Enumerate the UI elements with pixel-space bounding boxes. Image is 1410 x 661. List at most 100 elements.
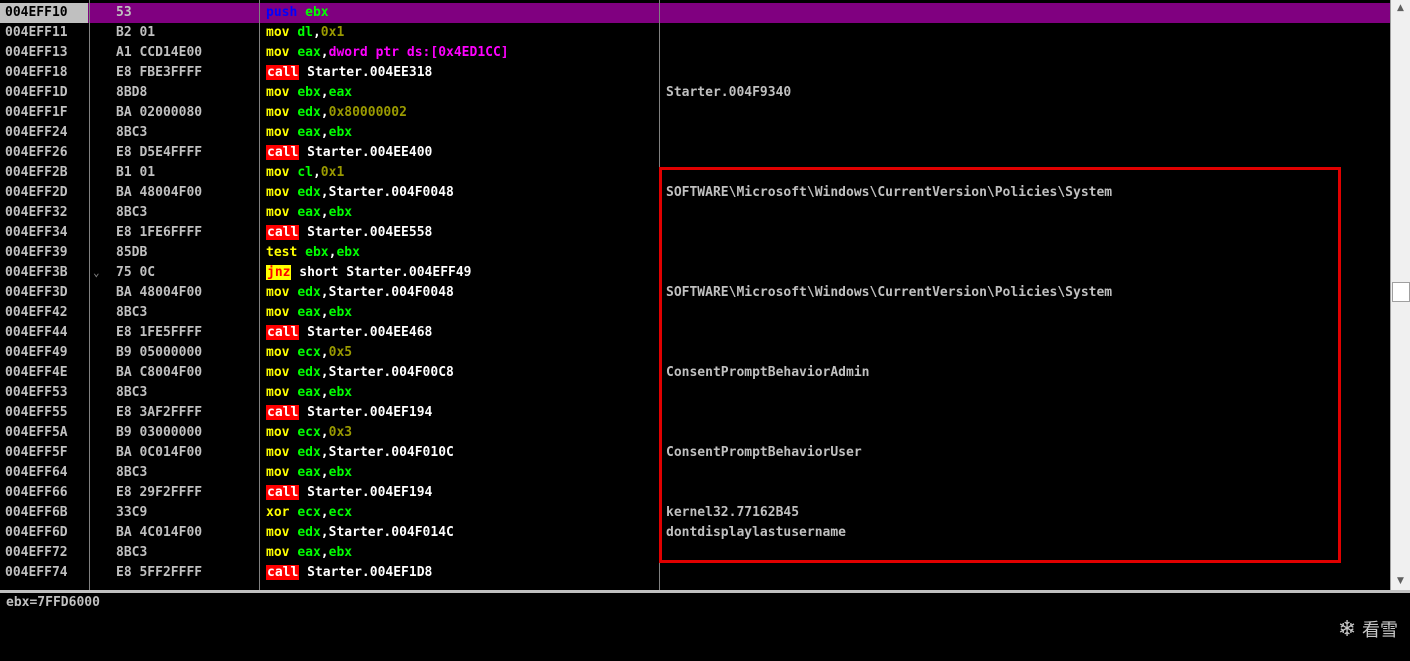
operand-token: ebx <box>305 245 329 260</box>
operand-token: , <box>320 125 329 140</box>
mnemonic-token: call <box>266 145 300 160</box>
disassembly-cell: mov edx,Starter.004F010C <box>266 443 454 463</box>
hex-bytes-cell: 33C9 <box>116 505 148 520</box>
address-cell: 004EFF26 <box>5 145 68 160</box>
address-cell: 004EFF3B <box>5 265 68 280</box>
address-cell: 004EFF44 <box>5 325 68 340</box>
info-text: ebx=7FFD6000 <box>6 595 100 610</box>
address-cell: 004EFF6B <box>5 505 68 520</box>
address-cell: 004EFF1D <box>5 85 68 100</box>
hex-bytes-cell: BA 48004F00 <box>116 185 203 200</box>
address-cell: 004EFF39 <box>5 245 68 260</box>
operand-token: Starter.004EF1D8 <box>299 565 433 580</box>
instruction-row[interactable]: 004EFF26 E8 D5E4FFFF call Starter.004EE400 <box>0 143 1390 163</box>
instruction-row[interactable]: 004EFF11 B2 01 mov dl,0x1 <box>0 23 1390 43</box>
instruction-row[interactable]: 004EFF24 8BC3 mov eax,ebx <box>0 123 1390 143</box>
hex-bytes-cell: 75 0C <box>116 265 156 280</box>
operand-token: ecx <box>297 345 321 360</box>
operand-token: eax <box>297 125 321 140</box>
address-cell: 004EFF6D <box>5 525 68 540</box>
disassembly-cell: call Starter.004EF194 <box>266 403 432 423</box>
operand-token: edx <box>297 525 321 540</box>
operand-token: ebx <box>328 125 353 140</box>
operand-token: eax <box>297 45 321 60</box>
mnemonic-token: mov <box>266 85 290 100</box>
operand-token: , <box>320 385 329 400</box>
operand-token: ,Starter.004F014C <box>320 525 454 540</box>
operand-token: ,Starter.004F010C <box>320 445 454 460</box>
scroll-down-icon[interactable]: ▼ <box>1391 573 1410 590</box>
operand-token: , <box>320 425 329 440</box>
mnemonic-token: mov <box>266 285 290 300</box>
address-cell: 004EFF11 <box>5 25 68 40</box>
operand-token: ,Starter.004F0048 <box>320 285 454 300</box>
address-cell: 004EFF4E <box>5 365 68 380</box>
disassembly-pane[interactable]: 004EFF10 53 push ebx 004EFF11 B2 01 mov dl,0x… <box>0 0 1390 590</box>
operand-token: 0x3 <box>328 425 353 440</box>
operand-token: , <box>320 305 329 320</box>
instruction-row[interactable]: 004EFF74 E8 5FF2FFFF call Starter.004EF1D8 <box>0 563 1390 583</box>
operand-token: eax <box>297 305 321 320</box>
address-cell: 004EFF18 <box>5 65 68 80</box>
mnemonic-token: test <box>266 245 298 260</box>
operand-token: 0x1 <box>320 25 345 40</box>
instruction-row[interactable]: 004EFF1D 8BD8 mov ebx,eax Starter.004F9340 <box>0 83 1390 103</box>
mnemonic-token: jnz <box>266 265 292 280</box>
disassembly-cell: mov edx,Starter.004F0048 <box>266 183 454 203</box>
instruction-row[interactable]: 004EFF18 E8 FBE3FFFF call Starter.004EE318 <box>0 63 1390 83</box>
hex-bytes-cell: 8BC3 <box>116 385 148 400</box>
hex-bytes-cell: BA C8004F00 <box>116 365 203 380</box>
operand-token: 0x5 <box>328 345 353 360</box>
column-separator-hex[interactable] <box>259 0 260 590</box>
operand-token: , <box>320 465 329 480</box>
scroll-thumb[interactable] <box>1392 282 1410 302</box>
column-separator-address[interactable] <box>89 0 90 590</box>
operand-token: Starter.004EF194 <box>299 405 433 420</box>
mnemonic-token: mov <box>266 185 290 200</box>
instruction-row[interactable]: 004EFF1F BA 02000080 mov edx,0x80000002 <box>0 103 1390 123</box>
operand-token: eax <box>297 385 321 400</box>
address-cell: 004EFF32 <box>5 205 68 220</box>
mnemonic-token: mov <box>266 545 290 560</box>
hex-bytes-cell: E8 29F2FFFF <box>116 485 203 500</box>
instruction-row[interactable]: 004EFF13 A1 CCD14E00 mov eax,dword ptr ds:… <box>0 43 1390 63</box>
operand-token: , <box>320 85 329 100</box>
jump-arrow-icon: ⌄ <box>93 266 100 279</box>
mnemonic-token: mov <box>266 385 290 400</box>
operand-token: edx <box>297 445 321 460</box>
hex-bytes-cell: B1 01 <box>116 165 156 180</box>
disassembly-cell: mov edx,Starter.004F0048 <box>266 283 454 303</box>
operand-token: ebx <box>328 465 353 480</box>
watermark: ❄ 看雪 <box>1338 616 1398 642</box>
hex-bytes-cell: 8BC3 <box>116 205 148 220</box>
highlight-box <box>659 167 1341 563</box>
hex-bytes-cell: 8BC3 <box>116 125 148 140</box>
hex-bytes-cell: 53 <box>116 5 132 20</box>
mnemonic-token: call <box>266 405 300 420</box>
mnemonic-token: mov <box>266 45 290 60</box>
operand-token: ebx <box>328 385 353 400</box>
operand-token: ebx <box>328 305 353 320</box>
hex-bytes-cell: BA 02000080 <box>116 105 203 120</box>
mnemonic-token: mov <box>266 365 290 380</box>
mnemonic-token: mov <box>266 205 290 220</box>
disassembly-cell: mov ebx,eax <box>266 83 352 103</box>
address-cell: 004EFF64 <box>5 465 68 480</box>
scroll-up-icon[interactable]: ▲ <box>1391 0 1410 17</box>
address-cell: 004EFF24 <box>5 125 68 140</box>
operand-token: eax <box>297 465 321 480</box>
disassembly-cell: mov eax,ebx <box>266 383 352 403</box>
operand-token: ecx <box>328 505 353 520</box>
mnemonic-token: call <box>266 565 300 580</box>
operand-token: Starter.004EE558 <box>299 225 433 240</box>
disassembly-cell: mov eax,ebx <box>266 303 352 323</box>
disassembly-cell: mov eax,ebx <box>266 543 352 563</box>
mnemonic-token: push <box>266 5 298 20</box>
hex-bytes-cell: BA 4C014F00 <box>116 525 203 540</box>
hex-bytes-cell: E8 3AF2FFFF <box>116 405 203 420</box>
selected-instruction-row[interactable]: 004EFF10 53 push ebx <box>0 3 1390 23</box>
mnemonic-token: mov <box>266 345 290 360</box>
operand-token: edx <box>297 365 321 380</box>
vertical-scrollbar[interactable]: ▲ ▼ <box>1390 0 1410 590</box>
disassembly-cell: mov eax,ebx <box>266 203 352 223</box>
